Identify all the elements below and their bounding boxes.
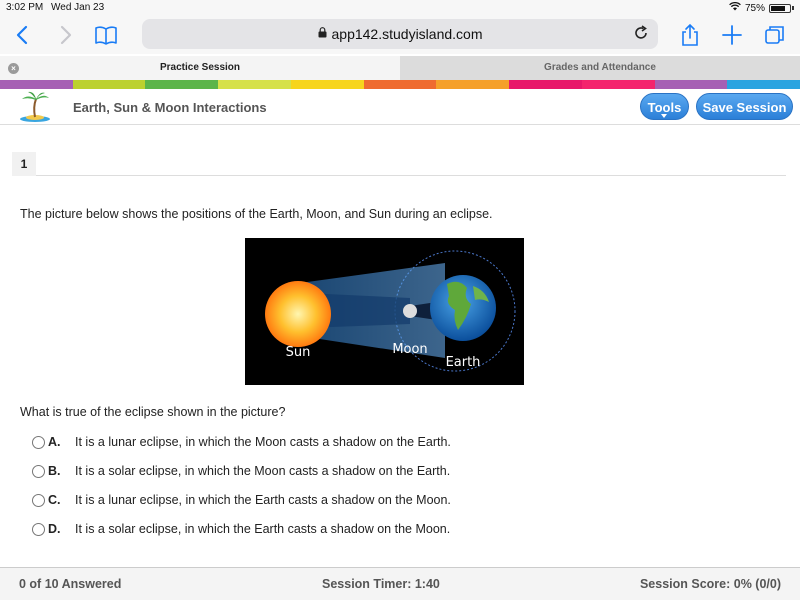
moon-graphic xyxy=(403,304,417,318)
tools-button[interactable]: Tools xyxy=(640,93,689,120)
question-intro: The picture below shows the positions of… xyxy=(20,207,493,221)
browser-tabs: × Practice Session Grades and Attendance xyxy=(0,56,800,80)
tools-label: Tools xyxy=(647,100,682,115)
back-icon[interactable] xyxy=(10,22,36,48)
tabs-icon[interactable] xyxy=(762,22,788,48)
svg-text:Sun: Sun xyxy=(286,345,311,360)
rainbow-segment xyxy=(654,80,728,89)
svg-text:Moon: Moon xyxy=(392,342,427,357)
share-icon[interactable] xyxy=(677,22,703,48)
session-score: Session Score: 0% (0/0) xyxy=(639,577,781,591)
question-area: 1 The picture below shows the positions … xyxy=(0,126,800,562)
answered-count: 0 of 10 Answered xyxy=(19,577,122,591)
rainbow-segment xyxy=(72,80,146,89)
radio-button[interactable] xyxy=(32,493,45,507)
rainbow-segment xyxy=(218,80,291,89)
rainbow-segment xyxy=(436,80,510,89)
url-text: app142.studyisland.com xyxy=(331,26,483,42)
rainbow-segment xyxy=(145,80,219,89)
browser-toolbar: app142.studyisland.com xyxy=(0,16,800,54)
tab-grades-attendance[interactable]: Grades and Attendance xyxy=(400,56,800,80)
forward-icon[interactable] xyxy=(52,22,78,48)
svg-text:Earth: Earth xyxy=(446,355,481,370)
rainbow-bar xyxy=(0,80,800,89)
page-title: Earth, Sun & Moon Interactions xyxy=(73,100,267,115)
answer-choice-c[interactable]: C. It is a lunar eclipse, in which the E… xyxy=(32,491,451,509)
session-timer: Session Timer: 1:40 xyxy=(322,577,440,591)
question-prompt: What is true of the eclipse shown in the… xyxy=(20,405,286,419)
radio-button[interactable] xyxy=(32,522,45,536)
tab-practice-session[interactable]: × Practice Session xyxy=(0,56,400,80)
session-footer: 0 of 10 Answered Session Timer: 1:40 Ses… xyxy=(0,567,800,600)
battery-icon xyxy=(769,3,791,13)
rainbow-segment xyxy=(727,80,800,89)
address-bar[interactable]: app142.studyisland.com xyxy=(142,19,658,49)
palm-island-logo-icon[interactable] xyxy=(18,91,52,123)
wifi-icon xyxy=(729,1,741,14)
lock-icon xyxy=(318,27,327,41)
eclipse-figure: Sun Moon Earth xyxy=(245,238,524,385)
app-header: Earth, Sun & Moon Interactions Tools Sav… xyxy=(0,89,800,125)
save-session-button[interactable]: Save Session xyxy=(696,93,793,120)
answer-choice-d[interactable]: D. It is a solar eclipse, in which the E… xyxy=(32,520,450,538)
tab-label: Practice Session xyxy=(159,62,241,73)
answer-choice-b[interactable]: B. It is a solar eclipse, in which the M… xyxy=(32,462,450,480)
radio-button[interactable] xyxy=(32,435,45,449)
question-number-row: 1 xyxy=(12,152,786,176)
radio-button[interactable] xyxy=(32,464,45,478)
rainbow-segment xyxy=(290,80,364,89)
rainbow-segment xyxy=(0,80,73,89)
close-tab-icon[interactable]: × xyxy=(8,63,19,74)
sun-graphic xyxy=(265,281,331,347)
save-label: Save Session xyxy=(702,100,787,115)
status-time: 3:02 PM xyxy=(6,2,44,13)
rainbow-segment xyxy=(363,80,437,89)
question-number: 1 xyxy=(12,152,36,176)
status-date: Wed Jan 23 xyxy=(51,2,105,13)
answer-choice-a[interactable]: A. It is a lunar eclipse, in which the M… xyxy=(32,433,451,451)
caret-down-icon xyxy=(661,114,667,118)
new-tab-icon[interactable] xyxy=(719,22,745,48)
reload-icon[interactable] xyxy=(632,24,650,47)
bookmarks-icon[interactable] xyxy=(93,22,119,48)
tab-label: Grades and Attendance xyxy=(544,62,656,73)
status-bar: 3:02 PM Wed Jan 23 75% xyxy=(0,0,800,16)
rainbow-segment xyxy=(509,80,582,89)
rainbow-segment xyxy=(581,80,655,89)
battery-percent: 75% xyxy=(744,2,765,14)
